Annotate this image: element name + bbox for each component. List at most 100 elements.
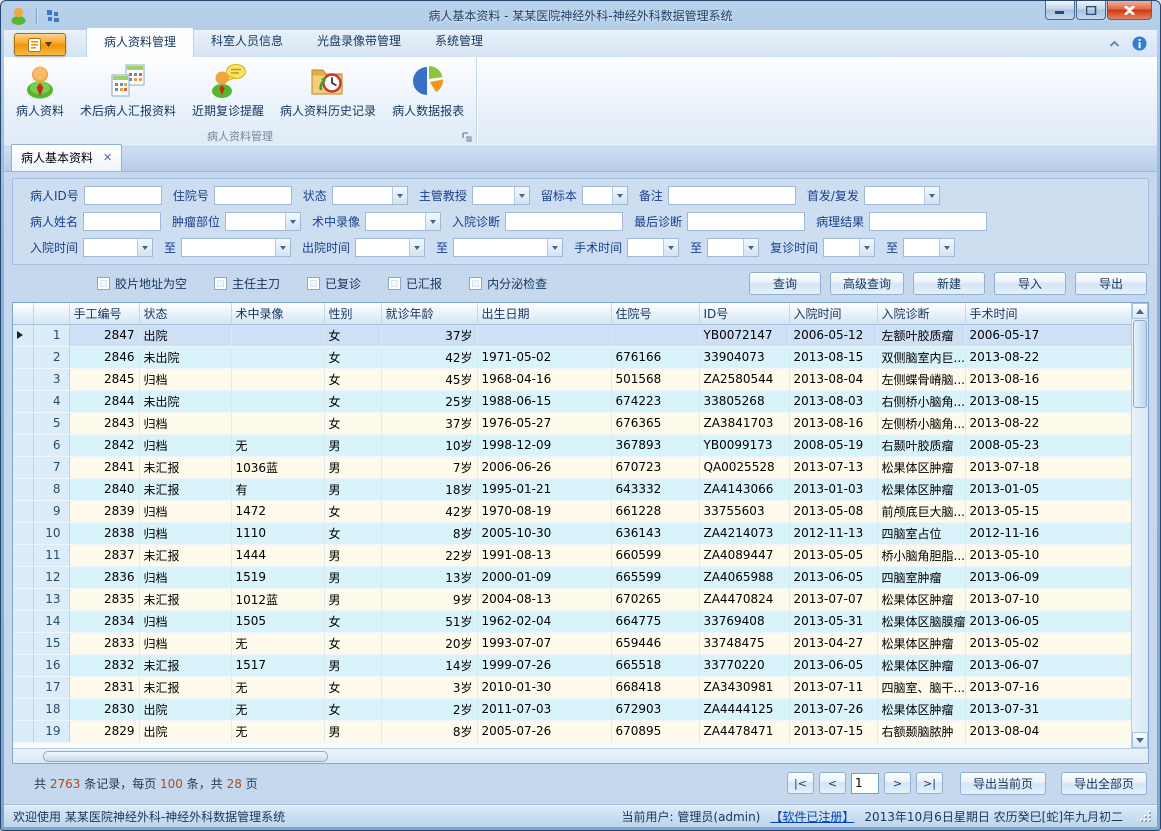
ribbon-button[interactable]: 病人数据报表 [384,59,472,121]
filter-text-input[interactable] [668,186,796,205]
filter-checkbox[interactable]: 已汇报 [388,275,442,292]
table-row[interactable]: 162832未汇报1517男14岁1999-07-266655183377022… [13,654,1131,676]
table-row[interactable]: 62842归档无男10岁1998-12-09367893YB0099173200… [13,434,1131,456]
filter-combo[interactable] [355,238,425,257]
horizontal-scroll-thumb[interactable] [43,751,328,762]
info-icon[interactable] [1132,36,1147,51]
filter-checkbox[interactable]: 内分泌检查 [469,275,547,292]
column-header[interactable] [33,303,69,324]
vertical-scrollbar[interactable] [1131,303,1148,748]
chevron-down-icon[interactable] [392,187,407,204]
filter-combo[interactable] [472,186,530,205]
checkbox-icon[interactable] [307,277,320,290]
export-button[interactable]: 导出当前页 [960,772,1046,795]
column-header[interactable]: 手术时间 [965,303,1131,324]
action-button[interactable]: 高级查询 [830,272,904,295]
filter-combo[interactable] [864,186,940,205]
column-header[interactable]: 状态 [139,303,231,324]
menu-tab[interactable]: 科室人员信息 [194,27,300,57]
chevron-down-icon[interactable] [924,187,939,204]
minimize-button[interactable] [1045,1,1075,20]
table-row[interactable]: 142834归档1505女51岁1962-02-0466477533769408… [13,610,1131,632]
table-row[interactable]: 52843归档女37岁1976-05-27676365ZA38417032013… [13,412,1131,434]
filter-text-input[interactable] [687,212,805,231]
resize-grip[interactable] [1139,810,1151,822]
chevron-down-icon[interactable] [514,187,529,204]
page-number-input[interactable] [851,773,879,794]
column-header[interactable]: ID号 [699,303,789,324]
filter-text-input[interactable] [214,186,292,205]
checkbox-icon[interactable] [214,277,227,290]
table-row[interactable]: 192829出院无男8岁2005-07-26670895ZA4478471201… [13,720,1131,742]
collapse-ribbon-icon[interactable] [1109,40,1120,48]
chevron-down-icon[interactable] [275,239,290,256]
filter-combo[interactable] [365,212,441,231]
next-page-button[interactable]: > [884,772,911,794]
column-header[interactable]: 住院号 [611,303,699,324]
menu-tab[interactable]: 光盘录像带管理 [300,27,418,57]
close-button[interactable] [1107,1,1152,20]
table-row[interactable]: 12847出院女37岁YB00721472006-05-12左额叶胶质瘤2006… [13,324,1131,346]
action-button[interactable]: 新建 [913,272,985,295]
table-row[interactable]: 112837未汇报1444男22岁1991-08-13660599ZA40894… [13,544,1131,566]
chevron-down-icon[interactable] [859,239,874,256]
column-header[interactable] [13,303,33,324]
first-page-button[interactable]: |< [787,772,814,794]
table-row[interactable]: 42844未出院女25岁1988-06-15674223338052682013… [13,390,1131,412]
last-page-button[interactable]: >| [916,772,943,794]
menu-tab[interactable]: 系统管理 [418,27,500,57]
filter-combo[interactable] [903,238,955,257]
table-row[interactable]: 22846未出院女42岁1971-05-02676166339040732013… [13,346,1131,368]
filter-combo[interactable] [582,186,628,205]
license-registered-link[interactable]: 【软件已注册】 [770,808,854,825]
filter-combo[interactable] [332,186,408,205]
document-tab-patient-basic-info[interactable]: 病人基本资料 ✕ [11,144,122,171]
chevron-down-icon[interactable] [939,239,954,256]
vertical-scroll-thumb[interactable] [1133,320,1147,408]
filter-text-input[interactable] [505,212,623,231]
chevron-down-icon[interactable] [285,213,300,230]
filter-text-input[interactable] [84,186,162,205]
scroll-up-button[interactable] [1132,303,1148,319]
chevron-down-icon[interactable] [137,239,152,256]
filter-combo[interactable] [83,238,153,257]
column-header[interactable]: 就诊年龄 [381,303,477,324]
action-button[interactable]: 查询 [749,272,821,295]
chevron-down-icon[interactable] [409,239,424,256]
table-row[interactable]: 32845归档女45岁1968-04-16501568ZA25805442013… [13,368,1131,390]
filter-checkbox[interactable]: 主任主刀 [214,275,280,292]
table-row[interactable]: 82840未汇报有男18岁1995-01-21643332ZA414306620… [13,478,1131,500]
ribbon-button[interactable]: 病人资料 [8,59,72,121]
filter-combo[interactable] [823,238,875,257]
filter-combo[interactable] [453,238,563,257]
filter-combo[interactable] [225,212,301,231]
column-header[interactable]: 性别 [324,303,381,324]
filter-combo[interactable] [707,238,759,257]
table-row[interactable]: 172831未汇报无女3岁2010-01-30668418ZA343098120… [13,676,1131,698]
column-header[interactable]: 手工编号 [69,303,139,324]
dialog-launcher-icon[interactable] [462,132,473,143]
maximize-button[interactable] [1076,1,1106,20]
ribbon-button[interactable]: 近期复诊提醒 [184,59,272,121]
table-row[interactable]: 122836归档1519男13岁2000-01-09665599ZA406598… [13,566,1131,588]
checkbox-icon[interactable] [469,277,482,290]
filter-checkbox[interactable]: 已复诊 [307,275,361,292]
filter-checkbox[interactable]: 胶片地址为空 [97,275,187,292]
chevron-down-icon[interactable] [425,213,440,230]
filter-text-input[interactable] [83,212,161,231]
chevron-down-icon[interactable] [612,187,627,204]
chevron-down-icon[interactable] [663,239,678,256]
table-row[interactable]: 132835未汇报1012蓝男9岁2004-08-13670265ZA44708… [13,588,1131,610]
ribbon-button[interactable]: 病人资料历史记录 [272,59,384,121]
chevron-down-icon[interactable] [743,239,758,256]
table-row[interactable]: 102838归档1110女8岁2005-10-30636143ZA4214073… [13,522,1131,544]
menu-tab[interactable]: 病人资料管理 [86,27,194,57]
table-row[interactable]: 152833归档无女20岁1993-07-0765944633748475201… [13,632,1131,654]
scroll-down-button[interactable] [1132,732,1148,748]
column-header[interactable]: 入院时间 [789,303,877,324]
close-tab-icon[interactable]: ✕ [103,153,112,163]
table-row[interactable]: 72841未汇报1036蓝男7岁2006-06-26670723QA002552… [13,456,1131,478]
table-row[interactable]: 92839归档1472女42岁1970-08-19661228337556032… [13,500,1131,522]
filter-combo[interactable] [627,238,679,257]
action-button[interactable]: 导入 [994,272,1066,295]
